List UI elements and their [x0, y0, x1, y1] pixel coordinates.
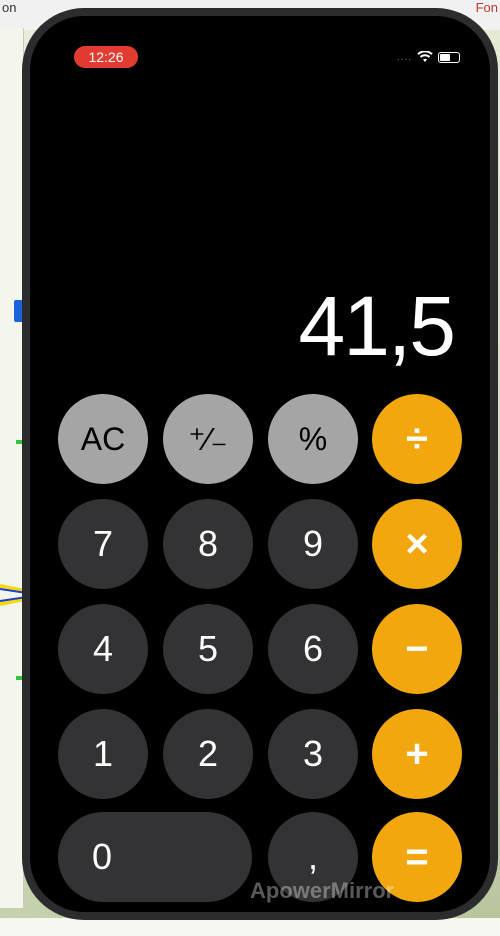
multiply-button[interactable]: × [372, 499, 462, 589]
background-document-strip [0, 28, 24, 908]
battery-level [440, 53, 450, 61]
phone-frame: 12:26 .... 41,5 AC ⁺∕₋ % ÷ 7 8 9 × 4 5 6… [22, 8, 498, 920]
nine-button[interactable]: 9 [268, 499, 358, 589]
divide-button[interactable]: ÷ [372, 394, 462, 484]
seven-button[interactable]: 7 [58, 499, 148, 589]
background-bottom-bar [0, 918, 500, 936]
plus-minus-button[interactable]: ⁺∕₋ [163, 394, 253, 484]
signal-icon: .... [396, 51, 412, 63]
five-button[interactable]: 5 [163, 604, 253, 694]
calculator-display: 41,5 [298, 279, 456, 373]
one-button[interactable]: 1 [58, 709, 148, 799]
ac-button[interactable]: AC [58, 394, 148, 484]
three-button[interactable]: 3 [268, 709, 358, 799]
status-indicators: .... [397, 49, 460, 65]
background-left-text: on [2, 0, 17, 15]
minus-button[interactable]: − [372, 604, 462, 694]
background-right-text: Fon [475, 0, 498, 15]
two-button[interactable]: 2 [163, 709, 253, 799]
four-button[interactable]: 4 [58, 604, 148, 694]
watermark-text: ApowerMirror [250, 878, 395, 903]
battery-icon [438, 51, 460, 63]
status-time: 12:26 [74, 46, 138, 68]
plus-button[interactable]: + [372, 709, 462, 799]
six-button[interactable]: 6 [268, 604, 358, 694]
percent-button[interactable]: % [268, 394, 358, 484]
wifi-icon [417, 51, 433, 62]
phone-screen: 12:26 .... 41,5 AC ⁺∕₋ % ÷ 7 8 9 × 4 5 6… [30, 16, 490, 912]
zero-button[interactable]: 0 [58, 812, 252, 902]
eight-button[interactable]: 8 [163, 499, 253, 589]
